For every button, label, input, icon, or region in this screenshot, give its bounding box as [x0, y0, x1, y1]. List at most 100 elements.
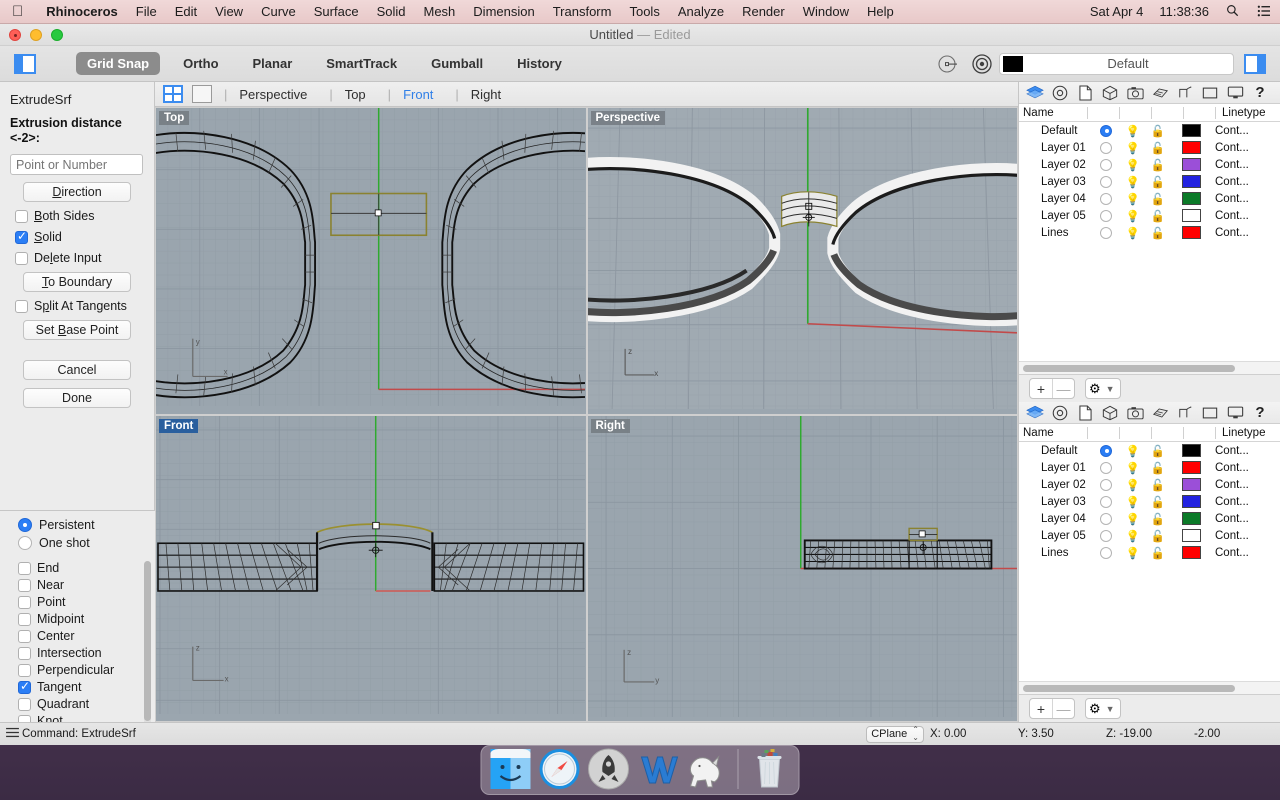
render-icon[interactable] [1173, 84, 1197, 102]
lock-icon[interactable]: 🔓 [1145, 444, 1171, 458]
layers-horizontal-scrollbar-top[interactable] [1019, 361, 1280, 374]
table-row[interactable]: Layer 05 💡 🔓 Cont... [1019, 527, 1280, 544]
toggle-smarttrack[interactable]: SmartTrack [315, 52, 408, 75]
visibility-bulb-icon[interactable]: 💡 [1121, 461, 1145, 475]
help-icon[interactable]: ? [1248, 404, 1272, 422]
solid-checkbox[interactable] [15, 231, 28, 244]
table-row[interactable]: Layer 01 💡 🔓 Cont... [1019, 139, 1280, 156]
osnap-knot-checkbox[interactable] [18, 715, 31, 723]
osnap-mode-one-shot[interactable]: One shot [0, 536, 155, 550]
control-center-list-icon[interactable] [1248, 4, 1280, 20]
menu-item-app[interactable]: Rhinoceros [37, 0, 127, 24]
osnap-midpoint-checkbox[interactable] [18, 613, 31, 626]
document-icon[interactable] [1073, 84, 1097, 102]
menu-item-dimension[interactable]: Dimension [464, 0, 543, 24]
extrusion-distance-input[interactable] [10, 154, 143, 175]
persistent-radio[interactable] [18, 518, 32, 532]
osnap-near-row[interactable]: Near [0, 578, 155, 592]
visibility-bulb-icon[interactable]: 💡 [1121, 546, 1145, 560]
layers-icon[interactable] [1023, 404, 1047, 422]
table-row[interactable]: Layer 01 💡 🔓 Cont... [1019, 459, 1280, 476]
visibility-bulb-icon[interactable]: 💡 [1121, 529, 1145, 543]
layer-color-swatch[interactable] [1171, 512, 1211, 525]
osnap-point-checkbox[interactable] [18, 596, 31, 609]
menu-item-render[interactable]: Render [733, 0, 794, 24]
visibility-bulb-icon[interactable]: 💡 [1121, 141, 1145, 155]
delete-input-checkbox[interactable] [15, 252, 28, 265]
layer-color-swatch[interactable] [1171, 529, 1211, 542]
split-at-tangents-checkbox-row[interactable]: Split At Tangents [10, 299, 144, 313]
lock-icon[interactable]: 🔓 [1145, 158, 1171, 172]
toggle-planar[interactable]: Planar [242, 52, 304, 75]
document-icon[interactable] [1073, 404, 1097, 422]
tab-perspective[interactable]: Perspective [229, 87, 317, 102]
current-layer-radio[interactable] [1091, 176, 1121, 188]
display-icon[interactable] [1198, 404, 1222, 422]
layer-color-swatch[interactable] [1171, 478, 1211, 491]
osnap-perpendicular-row[interactable]: Perpendicular [0, 663, 155, 677]
tab-front[interactable]: Front [393, 87, 443, 102]
current-layer-radio[interactable] [1091, 142, 1121, 154]
lock-icon[interactable]: 🔓 [1145, 192, 1171, 206]
rhinoceros-icon[interactable] [685, 747, 729, 791]
menu-item-curve[interactable]: Curve [252, 0, 305, 24]
current-layer-radio[interactable] [1091, 210, 1121, 222]
solid-checkbox-row[interactable]: Solid [10, 230, 144, 244]
launchpad-icon[interactable] [587, 747, 631, 791]
layer-color-swatch[interactable] [1171, 461, 1211, 474]
lock-icon[interactable]: 🔓 [1145, 512, 1171, 526]
table-row[interactable]: Lines 💡 🔓 Cont... [1019, 224, 1280, 241]
table-row[interactable]: Layer 04 💡 🔓 Cont... [1019, 510, 1280, 527]
trash-icon[interactable] [748, 747, 792, 791]
layer-color-swatch[interactable] [1171, 175, 1211, 188]
table-row[interactable]: Default 💡 🔓 Cont... [1019, 442, 1280, 459]
current-layer-radio[interactable] [1091, 125, 1121, 137]
properties-icon[interactable] [1048, 404, 1072, 422]
viewport-perspective[interactable]: Perspective [588, 108, 1018, 414]
visibility-bulb-icon[interactable]: 💡 [1121, 512, 1145, 526]
osnap-midpoint-row[interactable]: Midpoint [0, 612, 155, 626]
visibility-bulb-icon[interactable]: 💡 [1121, 124, 1145, 138]
done-button[interactable]: Done [23, 388, 131, 408]
safari-icon[interactable] [538, 747, 582, 791]
osnap-point-row[interactable]: Point [0, 595, 155, 609]
lock-icon[interactable]: 🔓 [1145, 209, 1171, 223]
table-row[interactable]: Layer 05 💡 🔓 Cont... [1019, 207, 1280, 224]
visibility-bulb-icon[interactable]: 💡 [1121, 495, 1145, 509]
table-row[interactable]: Layer 02 💡 🔓 Cont... [1019, 156, 1280, 173]
visibility-bulb-icon[interactable]: 💡 [1121, 175, 1145, 189]
object-box-icon[interactable] [1098, 404, 1122, 422]
direction-button[interactable]: Direction [23, 182, 131, 202]
layer-color-swatch[interactable] [1171, 124, 1211, 137]
to-boundary-button[interactable]: To Boundary [23, 272, 131, 292]
visibility-bulb-icon[interactable]: 💡 [1121, 444, 1145, 458]
both-sides-checkbox[interactable] [15, 210, 28, 223]
tab-top[interactable]: Top [335, 87, 376, 102]
four-view-layout-icon[interactable] [163, 85, 183, 103]
lock-icon[interactable]: 🔓 [1145, 461, 1171, 475]
cancel-button[interactable]: Cancel [23, 360, 131, 380]
help-icon[interactable]: ? [1248, 84, 1272, 102]
osnap-center-checkbox[interactable] [18, 630, 31, 643]
add-remove-layer-segment[interactable]: + — [1029, 698, 1075, 719]
properties-icon[interactable] [1048, 84, 1072, 102]
osnap-mode-persistent[interactable]: Persistent [0, 518, 155, 532]
layer-options-button[interactable]: ⚙ ▼ [1085, 698, 1121, 719]
layer-color-swatch[interactable] [1171, 495, 1211, 508]
viewport-right-label[interactable]: Right [591, 419, 630, 433]
materials-icon[interactable] [1148, 84, 1172, 102]
osnap-near-checkbox[interactable] [18, 579, 31, 592]
osnap-center-row[interactable]: Center [0, 629, 155, 643]
layer-color-swatch[interactable] [1171, 192, 1211, 205]
visibility-bulb-icon[interactable]: 💡 [1121, 478, 1145, 492]
osnap-quadrant-row[interactable]: Quadrant [0, 697, 155, 711]
current-layer-radio[interactable] [1091, 547, 1121, 559]
remove-layer-button[interactable]: — [1052, 379, 1074, 398]
current-layer-radio[interactable] [1091, 530, 1121, 542]
viewport-perspective-label[interactable]: Perspective [591, 111, 666, 125]
cplane-dropdown[interactable]: CPlane ⌃⌄ [866, 726, 924, 743]
viewport-top-label[interactable]: Top [159, 111, 189, 125]
lock-icon[interactable]: 🔓 [1145, 495, 1171, 509]
add-layer-button[interactable]: + [1030, 379, 1052, 398]
visibility-bulb-icon[interactable]: 💡 [1121, 226, 1145, 240]
